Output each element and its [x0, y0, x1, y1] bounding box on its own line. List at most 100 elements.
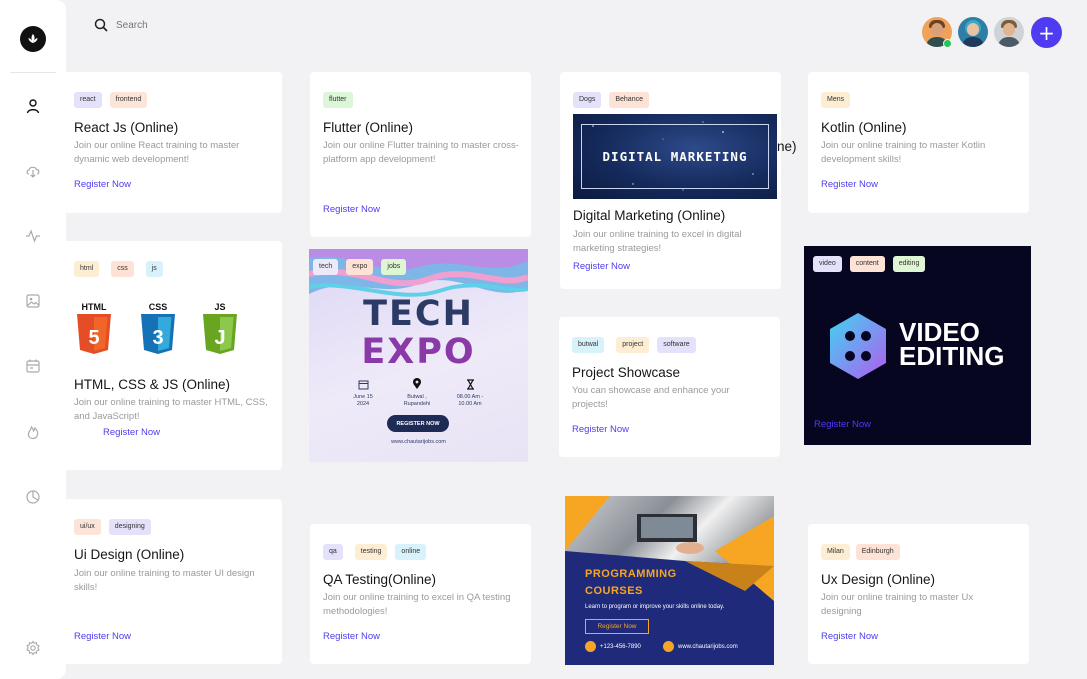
tag[interactable]: css: [111, 261, 134, 277]
user-avatars: [922, 17, 1024, 47]
tag[interactable]: content: [849, 256, 885, 272]
tag[interactable]: tech: [313, 259, 339, 275]
course-card-react[interactable]: react frontend React Js (Online) Join ou…: [66, 72, 282, 213]
tag[interactable]: Milan: [821, 544, 850, 560]
poster-website: www.chautarijobs.com: [391, 439, 446, 445]
poster-title-line1: TECH: [363, 294, 474, 334]
course-card-project-showcase[interactable]: butwal project software Project Showcase…: [559, 317, 780, 457]
tag[interactable]: Behance: [609, 92, 649, 108]
poster-title-line2: EDITING: [899, 341, 1005, 371]
video-reel-logo-icon: [830, 313, 886, 379]
tag[interactable]: ui/ux: [74, 519, 101, 535]
tag[interactable]: project: [616, 337, 650, 353]
poster-register-button[interactable]: REGISTER NOW: [387, 415, 449, 432]
card-title: Kotlin (Online): [821, 120, 907, 135]
search-input[interactable]: [116, 19, 236, 31]
card-title: HTML, CSS & JS (Online): [74, 377, 231, 392]
tag[interactable]: react: [74, 92, 102, 108]
register-link[interactable]: Register Now: [814, 419, 871, 430]
programming-courses-poster[interactable]: PROGRAMMING COURSES Learn to program or …: [565, 496, 774, 665]
avatar[interactable]: [958, 17, 988, 47]
register-link[interactable]: Register Now: [323, 204, 380, 215]
digital-marketing-banner: DIGITAL MARKETING: [573, 114, 777, 199]
css3-logo-number: 3: [152, 327, 163, 349]
course-card-ui-design[interactable]: ui/ux designing Ui Design (Online) Join …: [66, 499, 282, 664]
location-pin-icon: [413, 378, 421, 389]
tag[interactable]: designing: [108, 519, 151, 535]
course-card-ux-design[interactable]: Milan Edinburgh Ux Design (Online) Join …: [808, 524, 1029, 664]
course-card-digital-marketing[interactable]: Dogs Behance DIGITAL MARKETING ne) Digit…: [560, 72, 797, 289]
search-icon: [94, 18, 108, 32]
card-description: Join our online training to master Kotli…: [821, 140, 986, 165]
tag[interactable]: frontend: [109, 92, 148, 108]
poster-register-button[interactable]: Register Now: [585, 619, 649, 634]
avatar[interactable]: [994, 17, 1024, 47]
card-title: QA Testing(Online): [323, 572, 437, 587]
js-logo: JS J: [200, 302, 240, 360]
settings-icon[interactable]: [24, 639, 42, 657]
logo-leaf-icon[interactable]: [20, 26, 46, 52]
sidebar: [0, 0, 66, 679]
tag[interactable]: editing: [892, 256, 926, 272]
poster-phone: +123-456-7890: [585, 641, 641, 652]
register-link[interactable]: Register Now: [103, 427, 160, 438]
register-link[interactable]: Register Now: [74, 631, 131, 642]
tech-expo-poster[interactable]: tech expo jobs TECH EXPO June 15 2024 Bu…: [309, 249, 528, 462]
poster-title-line2: EXPO: [361, 332, 476, 372]
calendar-icon[interactable]: [24, 357, 42, 375]
online-status-dot: [943, 39, 952, 48]
poster-location: Butwal , Rupandehi: [395, 375, 439, 408]
globe-icon: [663, 641, 674, 652]
card-title: Flutter (Online): [323, 120, 414, 135]
tag[interactable]: Mens: [821, 92, 851, 108]
tag[interactable]: jobs: [381, 259, 407, 275]
banner-title: DIGITAL MARKETING: [602, 149, 748, 164]
poster-time: 08.00 Am - 10.00 Am: [449, 375, 491, 408]
pie-chart-icon[interactable]: [24, 488, 42, 506]
course-card-flutter[interactable]: flutter Flutter (Online) Join our online…: [310, 72, 531, 237]
sidebar-divider: [10, 72, 56, 73]
tag[interactable]: expo: [346, 259, 374, 275]
user-icon[interactable]: [24, 97, 42, 115]
video-editing-poster[interactable]: video content editing VIDEO EDITING Regi…: [804, 246, 1031, 445]
card-title: Project Showcase: [572, 365, 681, 380]
register-link[interactable]: Register Now: [573, 261, 630, 272]
tag[interactable]: video: [813, 256, 842, 272]
activity-icon[interactable]: [24, 227, 42, 245]
register-link[interactable]: Register Now: [74, 179, 131, 190]
card-description: Join our online training to excel in QA …: [323, 592, 511, 617]
tag[interactable]: js: [145, 261, 163, 277]
course-card-qa[interactable]: qa testing online QA Testing(Online) Joi…: [310, 524, 531, 664]
search-bar[interactable]: [94, 18, 236, 32]
overflow-title-fragment: ne): [777, 139, 797, 154]
poster-date: June 15 2024: [345, 375, 381, 408]
tag[interactable]: online: [395, 544, 427, 560]
register-link[interactable]: Register Now: [572, 424, 629, 435]
register-link[interactable]: Register Now: [323, 631, 380, 642]
card-title: React Js (Online): [74, 120, 179, 135]
tag[interactable]: butwal: [572, 337, 605, 353]
register-link[interactable]: Register Now: [821, 631, 878, 642]
calendar-icon: [358, 380, 368, 390]
card-description: You can showcase and enhance your projec…: [572, 385, 730, 410]
phone-icon: [585, 641, 596, 652]
poster-title-line2: COURSES: [585, 585, 643, 597]
card-description: Join our online training to master UI de…: [74, 568, 255, 593]
tag[interactable]: Dogs: [573, 92, 602, 108]
tag[interactable]: qa: [323, 544, 343, 560]
tag[interactable]: software: [657, 337, 696, 353]
add-button[interactable]: +: [1031, 17, 1062, 48]
poster-subtitle: Learn to program or improve your skills …: [585, 604, 725, 610]
poster-title-line1: PROGRAMMING: [585, 568, 677, 580]
tag[interactable]: testing: [354, 544, 388, 560]
tag[interactable]: html: [74, 261, 100, 277]
course-card-kotlin[interactable]: Mens Kotlin (Online) Join our online tra…: [808, 72, 1029, 213]
card-description: Join our online training to master Ux de…: [821, 592, 974, 617]
register-link[interactable]: Register Now: [821, 179, 878, 190]
tag[interactable]: flutter: [323, 92, 353, 108]
course-card-web[interactable]: html css js HTML 5 CSS 3 JS J HTML, CSS …: [66, 241, 282, 470]
cloud-download-icon[interactable]: [24, 162, 42, 180]
flame-icon[interactable]: [24, 423, 42, 441]
image-icon[interactable]: [24, 292, 42, 310]
tag[interactable]: Edinburgh: [855, 544, 900, 560]
